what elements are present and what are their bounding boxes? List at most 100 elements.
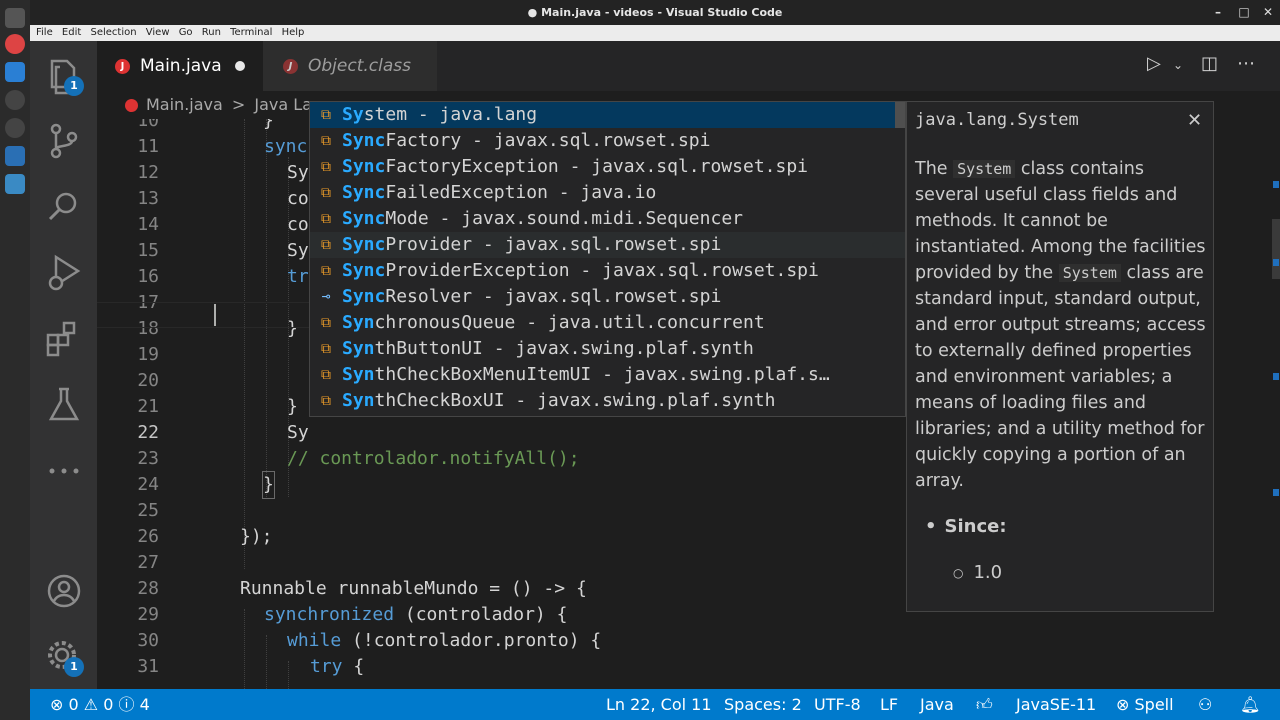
class-icon: ⧉ — [321, 341, 331, 357]
more-actions-icon[interactable]: ⋯ — [1237, 53, 1255, 74]
menu-help[interactable]: Help — [279, 25, 308, 41]
class-icon: ⧉ — [321, 185, 331, 201]
suggestion-item[interactable]: ⧉ SynthCheckBoxUI - javax.swing.plaf.syn… — [310, 388, 905, 414]
run-debug-icon[interactable] — [42, 251, 86, 295]
chevron-down-icon[interactable]: ⌄ — [1173, 58, 1183, 72]
line-number: 11 — [137, 136, 159, 157]
menu-terminal[interactable]: Terminal — [227, 25, 275, 41]
encoding[interactable]: UTF-8 — [814, 689, 861, 720]
source-control-icon[interactable] — [42, 119, 86, 163]
run-icon[interactable]: ▷ — [1147, 53, 1161, 74]
suggestion-item[interactable]: ⧉ SynthButtonUI - javax.swing.plaf.synth — [310, 336, 905, 362]
code-line: } — [262, 471, 275, 499]
menu-go[interactable]: Go — [176, 25, 196, 41]
app-icon[interactable] — [5, 90, 25, 110]
suggestion-item[interactable]: ⧉ SyncFailedException - java.io — [310, 180, 905, 206]
feedback-icon[interactable]: ⚇ — [1198, 689, 1212, 720]
error-icon: ⊗ — [50, 695, 64, 714]
tab-label: Object.class — [308, 56, 411, 76]
close-window-icon[interactable]: ✕ — [1256, 0, 1280, 25]
chrome-icon[interactable] — [5, 34, 25, 54]
code-line: } — [287, 396, 298, 417]
account-icon[interactable] — [42, 569, 86, 613]
breadcrumb-file[interactable]: Main.java — [146, 95, 223, 114]
testing-flask-icon[interactable] — [42, 383, 86, 427]
code-line: co — [287, 214, 309, 235]
unsaved-dot-icon[interactable] — [235, 61, 245, 71]
tab-object-class[interactable]: J Object.class — [263, 41, 437, 91]
line-number: 12 — [137, 162, 159, 183]
warning-icon: ⚠ — [83, 695, 99, 714]
code-comment: // controlador.notifyAll(); — [287, 448, 580, 469]
app-icon[interactable] — [5, 174, 25, 194]
suggestion-item[interactable]: ⧉ SyncProviderException - javax.sql.rows… — [310, 258, 905, 284]
code-line: } — [263, 119, 274, 131]
java-file-icon: J — [115, 58, 130, 74]
java-file-icon — [125, 99, 138, 112]
suggestion-item[interactable]: ⧉ System - java.lang — [310, 102, 905, 128]
extensions-icon[interactable] — [42, 317, 86, 361]
keyword: while — [287, 630, 342, 651]
close-icon[interactable]: ✕ — [1187, 110, 1202, 131]
window-titlebar: ● Main.java - videos - Visual Studio Cod… — [30, 0, 1280, 25]
suggestion-item[interactable]: ⧉ SyncFactory - javax.sql.rowset.spi — [310, 128, 905, 154]
app-icon[interactable] — [5, 8, 25, 28]
window-title: ● Main.java - videos - Visual Studio Cod… — [527, 6, 783, 19]
keyword: try — [310, 656, 343, 677]
thumbs-up-icon[interactable]: 👍︎ — [976, 689, 993, 720]
spell-check[interactable]: ⊗ Spell — [1116, 689, 1174, 720]
inline-code: System — [1058, 264, 1121, 282]
code-line: try { — [310, 654, 364, 680]
vscode-icon[interactable] — [5, 62, 25, 82]
autocomplete-suggest-widget: ⧉ System - java.lang ⧉ SyncFactory - jav… — [309, 101, 906, 417]
line-number: 20 — [137, 370, 159, 391]
suggestion-item[interactable]: ⊸ SyncResolver - javax.sql.rowset.spi — [310, 284, 905, 310]
menu-file[interactable]: File — [33, 25, 56, 41]
menu-run[interactable]: Run — [199, 25, 224, 41]
line-number: 23 — [137, 448, 159, 469]
problems-status[interactable]: ⊗ 0 ⚠ 0 ⓘ 4 — [50, 689, 150, 720]
split-editor-icon[interactable]: ◫ — [1201, 53, 1218, 74]
line-number: 21 — [137, 396, 159, 417]
details-title: java.lang.System — [915, 110, 1079, 130]
suggestion-item[interactable]: ⧉ SyncProvider - javax.sql.rowset.spi — [310, 232, 905, 258]
suggestion-item[interactable]: ⧉ SyncMode - javax.sound.midi.Sequencer — [310, 206, 905, 232]
code-line: tr — [287, 266, 309, 287]
line-number: 24 — [137, 474, 159, 495]
jdk-version[interactable]: JavaSE-11 — [1016, 689, 1096, 720]
activity-bar: 1 1 — [30, 41, 97, 689]
suggest-scrollbar[interactable] — [895, 102, 905, 128]
app-icon[interactable] — [5, 118, 25, 138]
maximize-icon[interactable]: □ — [1232, 0, 1256, 25]
line-number: 25 — [137, 500, 159, 521]
app-icon[interactable] — [5, 146, 25, 166]
end-of-line[interactable]: LF — [880, 689, 898, 720]
more-icon[interactable] — [42, 449, 86, 493]
tab-main-java[interactable]: J Main.java — [97, 41, 263, 91]
suggestion-item[interactable]: ⧉ SyncFactoryException - javax.sql.rowse… — [310, 154, 905, 180]
code-line: while (!controlador.pronto) { — [287, 628, 601, 654]
minimize-icon[interactable]: – — [1206, 0, 1230, 25]
code-line: co — [287, 188, 309, 209]
menu-edit[interactable]: Edit — [59, 25, 84, 41]
line-number: 29 — [137, 604, 159, 625]
notifications-bell-icon[interactable]: 🔔︎ — [1240, 689, 1260, 720]
line-number-current: 22 — [137, 422, 159, 443]
suggestion-item[interactable]: ⧉ SynthCheckBoxMenuItemUI - javax.swing.… — [310, 362, 905, 388]
code-line: synchronized (controlador) { — [264, 602, 567, 628]
menu-selection[interactable]: Selection — [87, 25, 139, 41]
line-number: 16 — [137, 266, 159, 287]
search-icon[interactable] — [42, 185, 86, 229]
cursor-position[interactable]: Ln 22, Col 11 — [606, 689, 712, 720]
line-number: 15 — [137, 240, 159, 261]
line-number: 10 — [137, 119, 159, 131]
line-number: 26 — [137, 526, 159, 547]
menu-view[interactable]: View — [143, 25, 173, 41]
suggestion-item[interactable]: ⧉ SynchronousQueue - java.util.concurren… — [310, 310, 905, 336]
language-mode[interactable]: Java — [920, 689, 954, 720]
breadcrumb-separator: > — [231, 95, 246, 114]
explorer-badge: 1 — [64, 76, 84, 96]
indentation[interactable]: Spaces: 2 — [724, 689, 802, 720]
breadcrumb-item[interactable]: Java La — [254, 95, 312, 114]
editor-scrollbar[interactable] — [1260, 119, 1280, 689]
